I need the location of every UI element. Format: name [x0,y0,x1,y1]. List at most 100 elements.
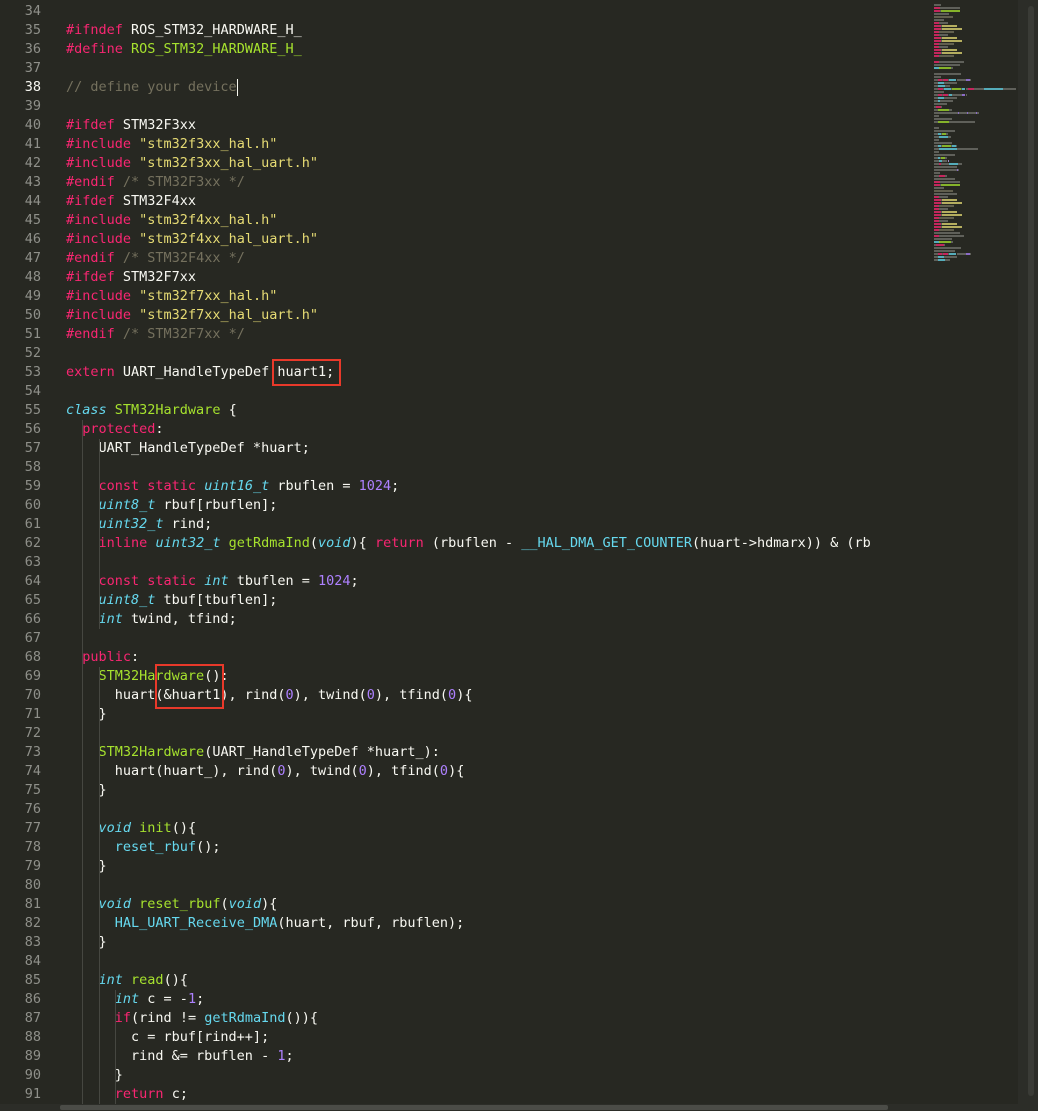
indent-guide [98,667,100,1104]
code-token: uint8_t [98,592,156,608]
minimap-line [949,121,976,123]
minimap-line [939,136,949,138]
line-number: 78 [24,839,41,855]
code-line: } [66,781,107,800]
minimap-line [935,244,944,246]
minimap-line [942,214,962,216]
code-token: #include [66,136,132,152]
minimap-line [934,76,942,78]
code-token: c = rbuf[rind++]; [66,1029,270,1045]
line-number: 68 [24,649,41,665]
code-editor[interactable]: 34 35 36 37 38 39 40 41 42 43 44 45 46 47 48 49 50 51 52 53… [0,0,1038,1111]
minimap-line [984,88,1004,90]
code-token: void [228,896,262,912]
code-line: c = rbuf[rind++]; [66,1028,269,1047]
line-number: 83 [24,934,41,950]
minimap-line [970,79,971,81]
indent-guide [114,990,116,1104]
minimap-line [939,61,964,63]
minimap-line [952,88,961,90]
line-number: 62 [24,535,41,551]
line-number: 79 [24,858,41,874]
minimap-line [934,37,942,39]
red-annotation-box [271,359,341,386]
code-area[interactable]: #ifndef ROS_STM32_HARDWARE_H_ #define ROS… [66,0,934,1111]
code-token: "stm32f3xx_hal_uart.h" [139,155,318,171]
text-cursor [236,79,238,96]
code-line: int c = -1; [66,990,204,1009]
line-number: 53 [24,364,41,380]
line-number: 52 [24,345,41,361]
minimap-line [934,13,950,15]
code-token: #include [66,155,132,171]
line-number: 51 [24,326,41,342]
line-number: 42 [24,155,41,171]
horizontal-scrollbar-thumb[interactable] [60,1105,888,1110]
code-token: #define [66,41,123,57]
line-number: 55 [24,402,41,418]
line-number: 86 [24,991,41,1007]
code-token: ( [220,896,229,912]
code-token: return [114,1086,164,1102]
line-number: 38 [24,79,41,95]
code-token: (UART_HandleTypeDef *huart_): [204,744,440,760]
code-token: (rbuflen - [423,535,522,551]
red-annotation-box [154,664,224,709]
minimap-line [948,160,950,162]
minimap-line [934,52,942,54]
code-token: "stm32f7xx_hal_uart.h" [139,307,318,323]
code-line: const static int tbuflen = 1024; [66,572,359,591]
code-token: reset_rbuf [114,839,197,855]
minimap-line [955,145,958,147]
code-token: STM32F3xx [114,117,197,133]
code-token: #endif [66,250,115,266]
line-number-gutter: 34 35 36 37 38 39 40 41 42 43 44 45 46 47 48 49 50 51 52 53… [0,0,48,1111]
code-token: #include [66,231,132,247]
line-number: 59 [24,478,41,494]
minimap-line [934,226,942,228]
minimap-line [934,118,952,120]
code-token: ), twind( [293,687,367,703]
line-number: 82 [24,915,41,931]
line-number: 45 [24,212,41,228]
minimap-line [934,112,959,114]
code-token: rbuflen = [269,478,359,494]
code-token: static [147,573,197,589]
minimap[interactable] [930,0,1020,1111]
minimap-line [942,145,952,147]
code-line: protected: [66,420,163,439]
line-number: 84 [24,953,41,969]
minimap-line [934,25,942,27]
minimap-line [934,73,961,75]
minimap-line [942,202,962,204]
minimap-line [958,169,960,171]
minimap-line [940,229,954,231]
minimap-line [948,136,952,138]
vertical-scrollbar[interactable] [1018,0,1038,1111]
code-line: void init(){ [66,819,197,838]
code-token: extern [66,364,115,380]
code-line: #define ROS_STM32_HARDWARE_H_ [66,40,302,59]
minimap-line [942,49,958,51]
code-line: #include "stm32f3xx_hal.h" [66,135,277,154]
minimap-line [934,172,941,174]
minimap-line [941,163,950,165]
horizontal-scrollbar[interactable] [0,1104,1018,1111]
code-line: HAL_UART_Receive_DMA(huart, rbuf, rbufle… [66,914,465,933]
minimap-line [943,256,958,258]
code-line: } [66,857,107,876]
minimap-line [942,28,962,30]
code-token: c; [163,1086,188,1102]
minimap-line [934,49,942,51]
minimap-line [937,85,945,87]
vertical-scrollbar-thumb[interactable] [1028,6,1034,1096]
code-token: /* STM32F7xx */ [122,326,245,342]
minimap-line [970,253,971,255]
minimap-line [940,217,954,219]
code-line: // define your device [66,78,237,97]
